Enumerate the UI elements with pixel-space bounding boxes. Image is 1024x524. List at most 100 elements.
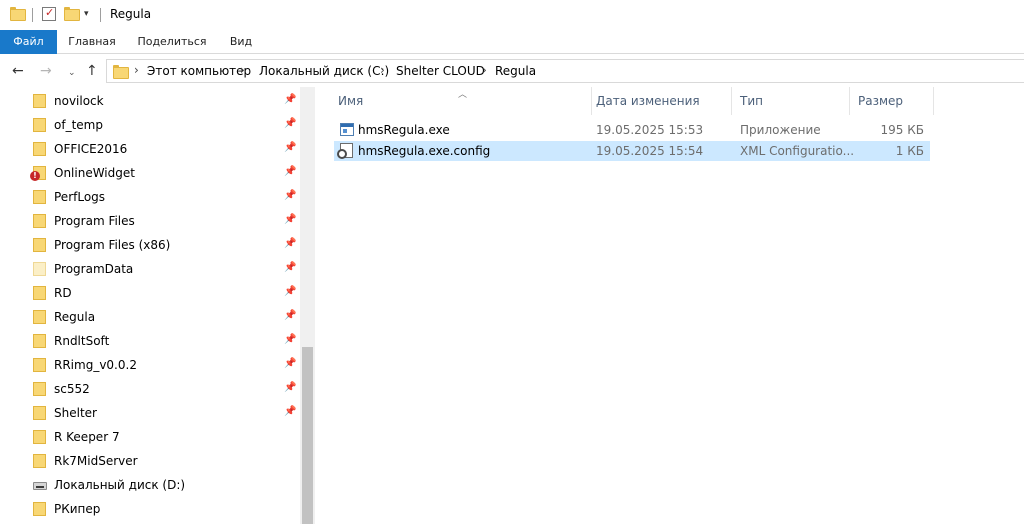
folder-warning-icon: ! <box>30 166 46 181</box>
nav-item-rk7midserver[interactable]: Rk7MidServer <box>0 449 300 473</box>
pin-icon[interactable]: 📌 <box>284 358 296 369</box>
nav-item-local-disk-d[interactable]: Локальный диск (D:) <box>0 473 300 497</box>
nav-item-sc552[interactable]: sc552 📌 <box>0 377 300 401</box>
pin-icon[interactable]: 📌 <box>284 334 296 345</box>
pin-icon[interactable]: 📌 <box>284 118 296 129</box>
nav-item-rd[interactable]: RD 📌 <box>0 281 300 305</box>
nav-item-regula[interactable]: Regula 📌 <box>0 305 300 329</box>
pin-icon[interactable]: 📌 <box>284 142 296 153</box>
pin-icon[interactable]: 📌 <box>284 166 296 177</box>
column-header-date[interactable]: Дата изменения <box>588 87 732 115</box>
nav-item-r-keeper-7[interactable]: R Keeper 7 <box>0 425 300 449</box>
folder-icon <box>113 65 129 79</box>
file-size: 195 КБ <box>880 123 924 137</box>
config-file-icon <box>337 143 353 159</box>
nav-item-of-temp[interactable]: of_temp 📌 <box>0 113 300 137</box>
breadcrumb-regula[interactable]: Regula <box>495 64 536 78</box>
column-header-type[interactable]: Тип <box>732 87 850 115</box>
nav-item-rndltsoft[interactable]: RndltSoft 📌 <box>0 329 300 353</box>
nav-item-novilock[interactable]: novilock 📌 <box>0 89 300 113</box>
folder-icon <box>33 430 46 444</box>
file-row[interactable]: hmsRegula.exe.config 19.05.2025 15:54 XM… <box>334 141 930 161</box>
column-header-name[interactable]: Имя ︿ <box>330 87 592 115</box>
nav-item-label: Program Files <box>54 214 135 228</box>
breadcrumb-separator-icon[interactable]: › <box>482 63 487 77</box>
folder-icon <box>33 502 46 516</box>
nav-item-label: Program Files (x86) <box>54 238 171 252</box>
pin-icon[interactable]: 📌 <box>284 310 296 321</box>
column-header-label: Имя <box>338 94 364 108</box>
scrollbar-thumb[interactable] <box>302 347 313 524</box>
nav-item-label: sc552 <box>54 382 90 396</box>
tab-home[interactable]: Главная <box>59 30 125 54</box>
nav-item-label: RD <box>54 286 72 300</box>
file-date: 19.05.2025 15:54 <box>596 144 704 158</box>
file-type: Приложение <box>740 123 821 137</box>
breadcrumb-shelter-cloud[interactable]: Shelter CLOUD <box>396 64 485 78</box>
file-row[interactable]: hmsRegula.exe 19.05.2025 15:53 Приложени… <box>334 120 930 140</box>
breadcrumb-this-pc[interactable]: Этот компьютер <box>147 64 251 78</box>
nav-item-label: of_temp <box>54 118 103 132</box>
nav-item-label: novilock <box>54 94 104 108</box>
nav-item-office2016[interactable]: OFFICE2016 📌 <box>0 137 300 161</box>
drive-icon <box>33 478 47 490</box>
nav-item-label: R Keeper 7 <box>54 430 120 444</box>
pin-icon[interactable]: 📌 <box>284 214 296 225</box>
breadcrumb-separator-icon[interactable]: › <box>380 63 385 77</box>
nav-item-perflogs[interactable]: PerfLogs 📌 <box>0 185 300 209</box>
breadcrumb-separator-icon[interactable]: › <box>240 63 245 77</box>
column-header-size[interactable]: Размер <box>850 87 934 115</box>
nav-item-label: Rk7MidServer <box>54 454 138 468</box>
pin-icon[interactable]: 📌 <box>284 238 296 249</box>
file-date: 19.05.2025 15:53 <box>596 123 704 137</box>
nav-item-label: Локальный диск (D:) <box>54 478 186 492</box>
nav-item-rkiper[interactable]: РКипер <box>0 497 300 521</box>
nav-item-label: OFFICE2016 <box>54 142 128 156</box>
recent-locations-chevron-icon[interactable]: ⌄ <box>68 65 76 81</box>
nav-pane-scrollbar[interactable] <box>300 87 315 524</box>
window-title: Regula <box>110 7 152 21</box>
address-bar[interactable]: › Этот компьютер › Локальный диск (C:) ›… <box>106 59 1024 83</box>
up-arrow-icon[interactable]: ↑ <box>86 63 98 79</box>
folder-icon <box>33 142 46 156</box>
folder-icon <box>33 382 46 396</box>
nav-item-onlinewidget[interactable]: ! OnlineWidget 📌 <box>0 161 300 185</box>
file-name: hmsRegula.exe.config <box>358 144 491 158</box>
back-arrow-icon[interactable]: ← <box>12 63 24 79</box>
nav-item-shelter[interactable]: Shelter 📌 <box>0 401 300 425</box>
title-bar: ✓ ▾ Regula <box>0 0 1024 30</box>
tab-view[interactable]: Вид <box>222 30 260 54</box>
folder-icon <box>10 7 26 21</box>
customize-quick-access-icon[interactable]: ▾ <box>84 9 98 23</box>
nav-item-program-files[interactable]: Program Files 📌 <box>0 209 300 233</box>
new-folder-icon[interactable] <box>64 7 80 21</box>
pin-icon[interactable]: 📌 <box>284 406 296 417</box>
tab-file[interactable]: Файл <box>0 30 57 54</box>
breadcrumb-local-disk-c[interactable]: Локальный диск (C:) <box>259 64 389 78</box>
file-type: XML Configuratio... <box>740 144 855 158</box>
nav-item-rrimg[interactable]: RRimg_v0.0.2 📌 <box>0 353 300 377</box>
properties-icon[interactable]: ✓ <box>42 6 56 21</box>
pin-icon[interactable]: 📌 <box>284 190 296 201</box>
folder-icon <box>33 310 46 324</box>
folder-icon <box>33 406 46 420</box>
pin-icon[interactable]: 📌 <box>284 286 296 297</box>
pin-icon[interactable]: 📌 <box>284 94 296 105</box>
divider <box>100 8 101 22</box>
sort-ascending-icon: ︿ <box>458 90 468 100</box>
pin-icon[interactable]: 📌 <box>284 262 296 273</box>
nav-item-programdata[interactable]: ProgramData 📌 <box>0 257 300 281</box>
nav-item-label: Regula <box>54 310 96 324</box>
nav-item-program-files-x86[interactable]: Program Files (x86) 📌 <box>0 233 300 257</box>
forward-arrow-icon[interactable]: → <box>40 63 52 79</box>
pin-icon[interactable]: 📌 <box>284 382 296 393</box>
breadcrumb-separator-icon[interactable]: › <box>134 63 139 77</box>
folder-icon <box>33 118 46 132</box>
tab-share[interactable]: Поделиться <box>130 30 214 54</box>
folder-icon <box>33 334 46 348</box>
nav-item-label: Shelter <box>54 406 97 420</box>
nav-item-label: PerfLogs <box>54 190 106 204</box>
folder-icon <box>33 94 46 108</box>
folder-icon <box>33 358 46 372</box>
nav-item-label: RRimg_v0.0.2 <box>54 358 137 372</box>
